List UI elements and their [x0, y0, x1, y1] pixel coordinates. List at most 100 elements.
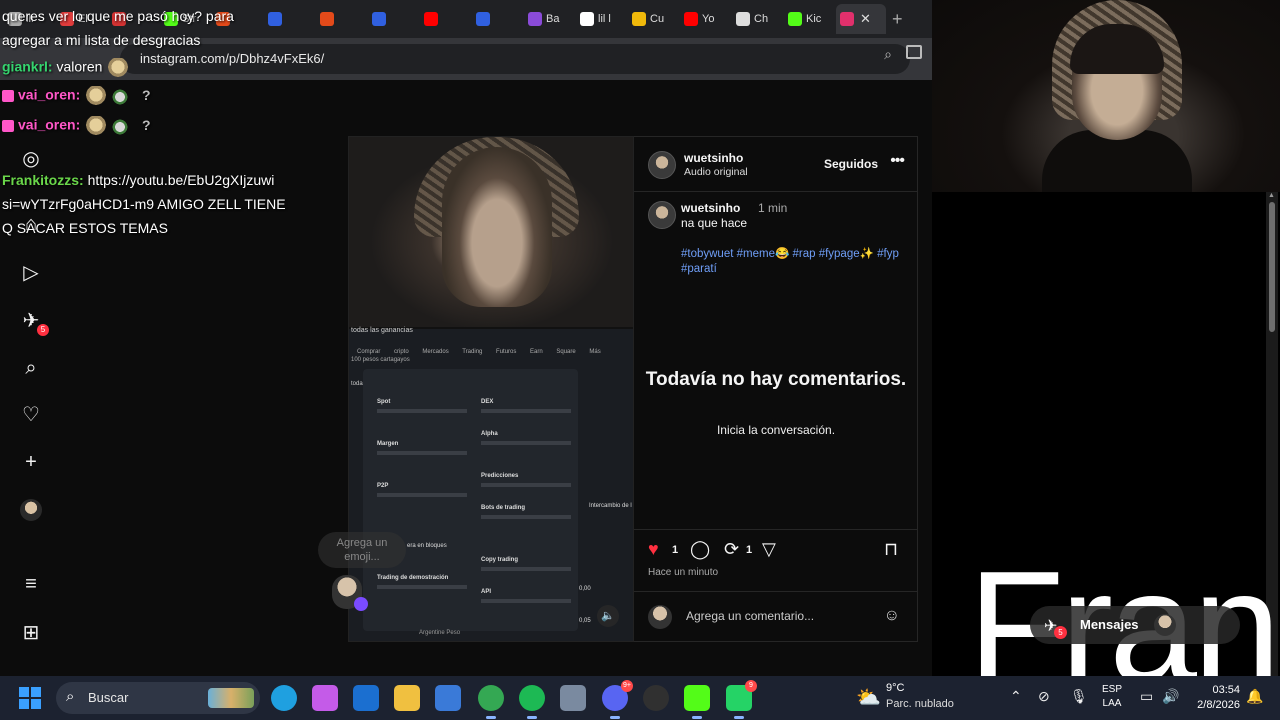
chat-text: ? — [142, 86, 151, 103]
outlook-icon[interactable] — [353, 685, 379, 711]
author-avatar[interactable] — [648, 151, 676, 179]
posted-time: Hace un minuto — [648, 567, 719, 578]
obs-icon[interactable] — [643, 685, 669, 711]
weather-temp[interactable]: 9°C — [886, 682, 904, 694]
video-webcam-frame — [349, 137, 633, 327]
comment-icon[interactable]: ◯ — [690, 539, 710, 560]
copilot-icon[interactable] — [312, 685, 338, 711]
save-icon[interactable]: ⊓ — [884, 539, 898, 560]
more-options-icon[interactable]: ••• — [890, 152, 905, 170]
menu-icon[interactable]: ≡ — [19, 572, 43, 596]
screen-menu-desc — [481, 441, 571, 451]
browser-tab[interactable] — [368, 4, 420, 34]
divider — [634, 529, 918, 530]
url-field[interactable]: instagram.com/p/Dbhz4vFxEk6/ — [120, 44, 910, 74]
browser-tab-active-instagram[interactable]: ✕ — [836, 4, 886, 34]
browser-tab[interactable]: Kic — [784, 4, 836, 34]
search-icon[interactable]: ⌕ — [19, 356, 43, 380]
notifications-icon[interactable]: ♡ — [19, 402, 43, 426]
browser-tab[interactable] — [264, 4, 316, 34]
tab-favicon-icon — [476, 12, 490, 26]
start-button[interactable] — [19, 687, 41, 709]
browser-tab[interactable]: Cu — [628, 4, 680, 34]
tab-favicon-icon — [528, 12, 542, 26]
browser-tab[interactable]: Ch — [732, 4, 784, 34]
screen-title: todas las ganancias — [351, 327, 413, 334]
windows-taskbar: ⌕ Buscar ⛅ 9°C Parc. nublado ⌃ ⊘ 🎙 ESP LA… — [0, 676, 1280, 720]
following-button[interactable]: Seguidos — [824, 157, 878, 171]
like-count[interactable]: 1 — [672, 544, 678, 556]
instagram-logo-icon[interactable]: ◎ — [19, 146, 43, 170]
screen-menu-item: Copy trading — [481, 557, 518, 563]
screen-menu-item: API — [481, 589, 492, 595]
profile-avatar[interactable] — [19, 498, 43, 522]
browser-tab[interactable] — [472, 4, 524, 34]
repost-count[interactable]: 1 — [746, 544, 752, 556]
caption-avatar[interactable] — [648, 201, 676, 229]
comment-composer: ☺ — [648, 605, 904, 631]
repost-icon[interactable]: ⟳ — [724, 539, 739, 560]
chrome-icon[interactable] — [478, 685, 504, 711]
scroll-thumb[interactable] — [1269, 202, 1275, 332]
comment-input[interactable] — [686, 609, 866, 623]
network-icon[interactable]: ⊘ — [1038, 688, 1050, 705]
zoom-icon[interactable]: ⌕ — [884, 46, 892, 63]
audio-label[interactable]: Audio original — [684, 166, 748, 178]
extension-icon[interactable] — [906, 45, 922, 59]
emoji-suggestion[interactable]: Agrega un emoji... — [318, 532, 406, 568]
caption-username[interactable]: wuetsinho — [681, 201, 740, 215]
file-explorer-icon[interactable] — [394, 685, 420, 711]
tab-favicon-icon — [424, 12, 438, 26]
screen-bottom-label: Argentine Peso — [419, 630, 461, 636]
discord-icon[interactable]: 9+ — [602, 680, 633, 711]
settings-icon[interactable] — [560, 685, 586, 711]
chat-text: https://youtu.be/EbU2gXIjzuwi — [87, 172, 275, 188]
browser-tab[interactable] — [420, 4, 472, 34]
search-highlight-image — [208, 688, 254, 708]
instagram-favicon-icon — [840, 12, 854, 26]
emoji-picker-icon[interactable]: ☺ — [884, 607, 900, 625]
more-apps-icon[interactable]: ⊞ — [19, 620, 43, 644]
edge-icon[interactable] — [271, 685, 297, 711]
caption-hashtags[interactable]: #tobywuet #meme😂 #rap #fypage✨ #fyp #par… — [681, 247, 901, 277]
chat-emote-icon — [84, 116, 109, 136]
kick-icon[interactable] — [684, 685, 710, 711]
store-icon[interactable] — [435, 685, 461, 711]
reels-icon[interactable]: ▷ — [19, 260, 43, 284]
nav-glyph: ♡ — [22, 403, 40, 426]
screen-value-2: 0,05 — [579, 618, 591, 624]
screen-menu-item: Bots de trading — [481, 505, 526, 511]
browser-tab[interactable] — [316, 4, 368, 34]
nav-glyph: + — [25, 450, 37, 473]
new-tab-icon[interactable]: + — [892, 9, 903, 30]
weather-icon[interactable]: ⛅ — [856, 685, 881, 710]
browser-tab[interactable]: lil l — [576, 4, 628, 34]
taskbar-search[interactable]: ⌕ Buscar — [56, 682, 260, 714]
weather-desc[interactable]: Parc. nublado — [886, 698, 954, 710]
screen-menu-desc — [377, 493, 467, 503]
screen-menu-item: Trading de demostración — [377, 575, 449, 581]
spotify-icon[interactable] — [519, 685, 545, 711]
volume-icon[interactable]: 🔊 — [1162, 688, 1179, 705]
notification-icon[interactable]: 🔔 — [1246, 688, 1263, 705]
caption-text: na que hace — [681, 216, 748, 230]
start-tile — [31, 699, 41, 709]
mute-button[interactable]: 🔈 — [597, 605, 619, 627]
browser-tab[interactable]: Yo — [680, 4, 732, 34]
messages-icon[interactable]: ✈ 5 — [19, 308, 49, 336]
language-indicator[interactable]: ESP LAA — [1102, 683, 1122, 711]
tab-close-icon[interactable]: ✕ — [860, 11, 871, 27]
share-icon[interactable]: ▽ — [762, 539, 776, 560]
like-icon[interactable]: ♥ — [648, 539, 659, 560]
author-name[interactable]: wuetsinho — [684, 151, 743, 165]
system-clock[interactable]: 03:54 2/8/2026 — [1186, 683, 1240, 713]
display-icon[interactable]: ▭ — [1140, 688, 1153, 705]
create-icon[interactable]: + — [19, 450, 43, 474]
whatsapp-icon[interactable]: 9 — [726, 680, 757, 711]
scroll-up-icon[interactable]: ▲ — [1268, 192, 1275, 199]
browser-tab[interactable]: Ba — [524, 4, 576, 34]
tray-overflow-icon[interactable]: ⌃ — [1010, 688, 1022, 705]
microphone-icon[interactable]: 🎙 — [1070, 688, 1088, 705]
chat-message: vai_oren: ? — [2, 116, 151, 136]
messages-pill[interactable]: ✈ 5 Mensajes — [1030, 606, 1240, 644]
